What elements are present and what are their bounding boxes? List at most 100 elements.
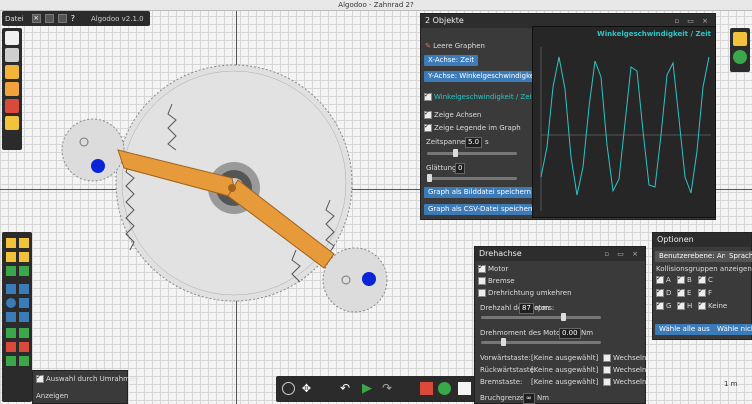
- smooth-slider[interactable]: [427, 174, 517, 182]
- group-c-checkbox[interactable]: C: [698, 274, 713, 284]
- drag-tool-icon[interactable]: [6, 252, 16, 262]
- group-e-check[interactable]: [677, 287, 685, 297]
- reverse-checkbox[interactable]: Drehrichtung umkehren: [478, 289, 572, 297]
- time-span-knob[interactable]: [453, 149, 458, 157]
- redo-icon[interactable]: ↷: [382, 382, 395, 395]
- open-folder-icon[interactable]: [5, 65, 19, 79]
- fixate-tool-icon[interactable]: [19, 328, 29, 338]
- plane-tool-icon[interactable]: [6, 312, 16, 322]
- scene-icon[interactable]: [5, 99, 19, 113]
- box-tool-icon[interactable]: [19, 298, 29, 308]
- y-axis-button[interactable]: Y-Achse: Winkelgeschwindigkeit: [424, 71, 543, 82]
- group-g-check[interactable]: [656, 300, 664, 310]
- save-icon[interactable]: [57, 14, 67, 23]
- spring-tool-icon[interactable]: [6, 328, 16, 338]
- clear-graphs-button[interactable]: ✎ Leere Graphen: [425, 42, 485, 50]
- group-h-checkbox[interactable]: H: [677, 300, 692, 310]
- group-b-checkbox[interactable]: B: [677, 274, 692, 284]
- hinge-tool-icon[interactable]: [6, 342, 16, 352]
- select-by-rect-check[interactable]: [36, 373, 44, 383]
- group-c-check[interactable]: [698, 274, 706, 284]
- undo-icon[interactable]: ↶: [340, 382, 353, 395]
- small-gear-left[interactable]: [61, 118, 125, 182]
- help-icon[interactable]: ?: [71, 14, 75, 23]
- scale-tool-icon[interactable]: [6, 266, 16, 276]
- select-all-button[interactable]: Wähle alle aus: [655, 324, 714, 335]
- select-tool-icon[interactable]: [6, 284, 16, 294]
- new-scene-icon[interactable]: [44, 14, 54, 23]
- group-b-check[interactable]: [677, 274, 685, 284]
- brake-toggle[interactable]: Wechseln: [603, 378, 646, 386]
- smooth-input[interactable]: 0: [455, 163, 466, 174]
- group-a-check[interactable]: [656, 274, 664, 284]
- group-f-checkbox[interactable]: F: [698, 287, 712, 297]
- play-icon[interactable]: ▶: [362, 382, 375, 395]
- motor-check[interactable]: [478, 263, 486, 273]
- pen-tool-icon[interactable]: [19, 284, 29, 294]
- folder-blue-icon[interactable]: [5, 82, 19, 96]
- time-span-slider[interactable]: [427, 149, 517, 157]
- brake-checkbox[interactable]: Bremse: [478, 277, 515, 285]
- motor-torque-slider[interactable]: [481, 338, 601, 346]
- motor-speed-input[interactable]: 87: [519, 303, 534, 314]
- brake-toggle-check[interactable]: [603, 378, 611, 386]
- selection-extra[interactable]: Anzeigen: [36, 392, 68, 400]
- small-gear-right[interactable]: [322, 247, 388, 313]
- forward-key-field[interactable]: [Keine ausgewählt]: [531, 354, 598, 362]
- save-image-button[interactable]: Graph als Bilddatei speichern: [424, 187, 536, 198]
- sketch-tool-icon[interactable]: [6, 238, 16, 248]
- grid-icon[interactable]: [458, 382, 471, 395]
- show-legend-check[interactable]: [424, 122, 432, 132]
- pan-icon[interactable]: ✥: [300, 382, 313, 395]
- show-legend-checkbox[interactable]: Zeige Legende im Graph: [424, 122, 521, 132]
- cut-tool-icon[interactable]: [19, 266, 29, 276]
- group-none-check[interactable]: [698, 300, 706, 310]
- backward-toggle-check[interactable]: [603, 366, 611, 374]
- group-d-checkbox[interactable]: D: [656, 287, 671, 297]
- x-axis-button[interactable]: X-Achse: Zeit: [424, 55, 479, 66]
- series-header[interactable]: Winkelgeschwindigkeit / Zeit: [424, 91, 534, 101]
- file-menu[interactable]: Datei: [5, 15, 24, 23]
- group-e-checkbox[interactable]: E: [677, 287, 691, 297]
- air-friction-icon[interactable]: [438, 382, 451, 395]
- thruster-tool-icon[interactable]: [19, 342, 29, 352]
- new-document-icon[interactable]: [5, 31, 19, 45]
- time-span-input[interactable]: 5.0: [465, 137, 483, 148]
- gear-tool-icon[interactable]: [6, 356, 16, 366]
- group-h-check[interactable]: [677, 300, 685, 310]
- language-button[interactable]: Sprache: [725, 251, 752, 262]
- axle-window-controls[interactable]: ▫ ▭ ×: [604, 247, 641, 261]
- show-axes-check[interactable]: [424, 109, 432, 119]
- move-tool-icon[interactable]: [19, 238, 29, 248]
- reverse-check[interactable]: [478, 289, 486, 297]
- backward-key-field[interactable]: [Keine ausgewählt]: [531, 366, 598, 374]
- rope-tool-icon[interactable]: [19, 312, 29, 322]
- palette-icon[interactable]: [733, 50, 747, 64]
- forward-toggle-check[interactable]: [603, 354, 611, 362]
- break-limit-input[interactable]: ∞: [523, 393, 535, 404]
- group-g-checkbox[interactable]: G: [656, 300, 671, 310]
- close-scene-icon[interactable]: ×: [31, 14, 41, 23]
- series-visible-check[interactable]: [424, 91, 432, 101]
- brake-check[interactable]: [478, 277, 486, 285]
- group-d-check[interactable]: [656, 287, 664, 297]
- forward-toggle[interactable]: Wechseln: [603, 354, 646, 362]
- show-axes-checkbox[interactable]: Zeige Achsen: [424, 109, 481, 119]
- motor-torque-input[interactable]: 0.00: [559, 328, 581, 339]
- smooth-knob[interactable]: [427, 174, 432, 182]
- zoom-icon[interactable]: [282, 382, 295, 395]
- layers-icon[interactable]: [733, 32, 747, 46]
- brake-key-field[interactable]: [Keine ausgewählt]: [531, 378, 598, 386]
- motor-checkbox[interactable]: Motor: [478, 263, 508, 273]
- motor-speed-knob[interactable]: [561, 313, 566, 321]
- group-none-checkbox[interactable]: Keine: [698, 300, 727, 310]
- save-csv-button[interactable]: Graph als CSV-Datei speichern: [424, 204, 540, 215]
- gravity-icon[interactable]: [420, 382, 433, 395]
- circle-tool-icon[interactable]: [6, 298, 16, 308]
- print-icon[interactable]: [5, 48, 19, 62]
- graph-plot-area[interactable]: Winkelgeschwindigkeit / Zeit: [532, 26, 716, 218]
- library-icon[interactable]: [5, 116, 19, 130]
- motor-torque-knob[interactable]: [501, 338, 506, 346]
- motor-speed-slider[interactable]: [481, 313, 601, 321]
- group-f-check[interactable]: [698, 287, 706, 297]
